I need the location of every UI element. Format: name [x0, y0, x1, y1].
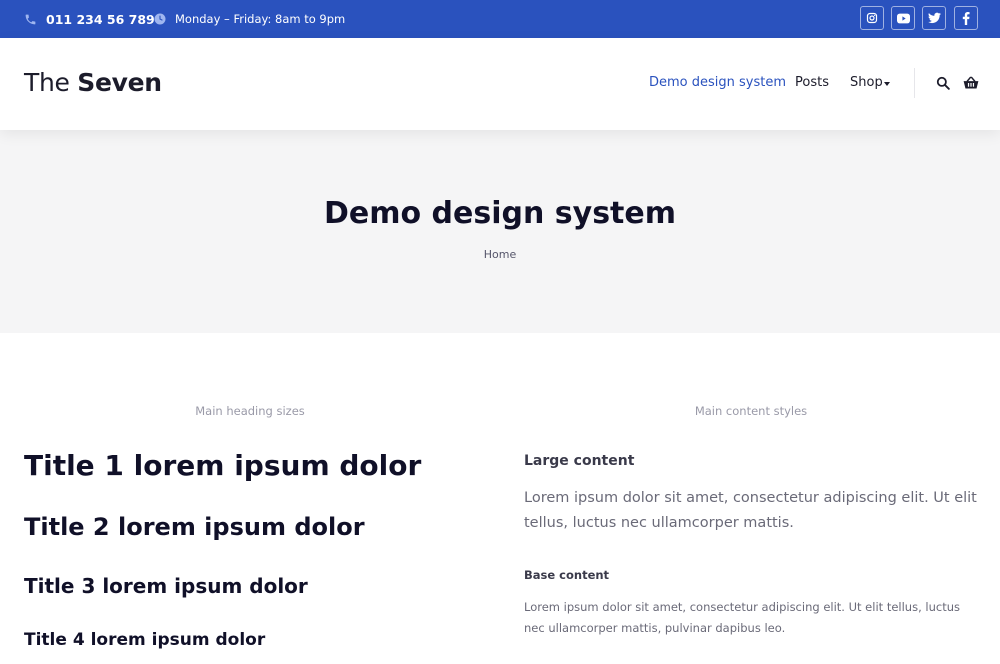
site-header: The Seven Demo design system Posts Shop [0, 38, 1000, 130]
top-bar: 011 234 56 789 Monday – Friday: 8am to 9… [0, 0, 1000, 38]
header-divider [914, 68, 915, 98]
search-icon[interactable] [936, 76, 950, 90]
opening-hours: Monday – Friday: 8am to 9pm [175, 12, 346, 26]
logo-bold-text: Seven [77, 68, 162, 97]
facebook-icon [962, 11, 970, 25]
title-3: Title 3 lorem ipsum dolor [24, 574, 308, 598]
phone-number: 011 234 56 789 [46, 11, 155, 27]
nav-shop[interactable]: Shop [850, 75, 883, 90]
hours-info: Monday – Friday: 8am to 9pm [154, 0, 345, 38]
basket-icon[interactable] [963, 76, 979, 90]
breadcrumb-home[interactable]: Home [484, 248, 516, 261]
title-2: Title 2 lorem ipsum dolor [24, 513, 365, 541]
page-hero: Demo design system Home [0, 130, 1000, 333]
twitter-link[interactable] [922, 6, 946, 30]
nav-posts[interactable]: Posts [795, 75, 829, 90]
logo-light-text: The [24, 68, 78, 97]
instagram-link[interactable] [860, 6, 884, 30]
content-styles-label: Main content styles [694, 404, 808, 418]
heading-sizes-label: Main heading sizes [195, 404, 305, 418]
page-title: Demo design system [323, 196, 677, 231]
base-content-text: Lorem ipsum dolor sit amet, consectetur … [524, 600, 960, 635]
twitter-icon [927, 12, 941, 24]
title-1: Title 1 lorem ipsum dolor [24, 449, 422, 482]
youtube-icon [896, 13, 910, 23]
instagram-icon [866, 12, 878, 24]
facebook-link[interactable] [954, 6, 978, 30]
clock-icon [154, 13, 166, 25]
title-4: Title 4 lorem ipsum dolor [24, 630, 266, 650]
site-logo[interactable]: The Seven [24, 68, 162, 97]
nav-demo-design-system[interactable]: Demo design system [649, 75, 786, 90]
phone-info[interactable]: 011 234 56 789 [24, 0, 155, 38]
base-content-heading: Base content [524, 568, 610, 582]
large-content-heading: Large content [524, 453, 635, 469]
phone-icon [25, 14, 36, 24]
youtube-link[interactable] [891, 6, 915, 30]
breadcrumb: Home [0, 248, 1000, 261]
chevron-down-icon[interactable] [884, 82, 890, 86]
large-content-text: Lorem ipsum dolor sit amet, consectetur … [524, 490, 977, 531]
